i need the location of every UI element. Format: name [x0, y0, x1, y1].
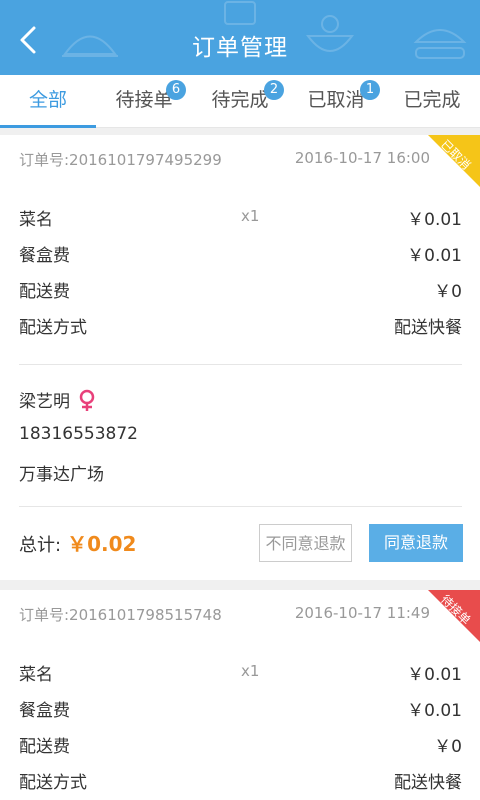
- tab-cancelled[interactable]: 已取消 1: [288, 75, 384, 127]
- delivery-fee-value: ￥0: [434, 737, 462, 757]
- tab-pending-complete[interactable]: 待完成 2: [192, 75, 288, 127]
- delivery-fee-label: 配送费: [19, 282, 70, 302]
- order-info-row: 订单号:2016101798515748 2016-10-17 11:49: [19, 604, 430, 625]
- box-fee-value: ￥0.01: [407, 701, 462, 721]
- phone-row: 18316553872: [19, 424, 462, 444]
- order-status-tabs: 全部 待接单 6 待完成 2 已取消 1 已完成: [0, 75, 480, 128]
- item-price: ￥0.01: [407, 210, 462, 230]
- box-fee-row: 餐盒费 ￥0.01: [19, 696, 462, 721]
- box-fee-row: 餐盒费 ￥0.01: [19, 241, 462, 266]
- tab-label: 待完成: [211, 89, 269, 111]
- tab-label: 待接单: [115, 89, 173, 111]
- tab-label: 已取消: [307, 89, 365, 111]
- order-time: 2016-10-17 11:49: [294, 604, 430, 622]
- reject-refund-button[interactable]: 不同意退款: [259, 524, 352, 562]
- count-badge: 6: [166, 80, 186, 100]
- box-fee-value: ￥0.01: [407, 246, 462, 266]
- order-number: 订单号:2016101797495299: [19, 151, 222, 169]
- address-row: 万事达广场: [19, 460, 462, 485]
- customer-address: 万事达广场: [19, 465, 104, 485]
- order-time: 2016-10-17 16:00: [294, 149, 430, 167]
- cup-decoration-icon: [224, 1, 256, 25]
- delivery-method-value: 配送快餐: [394, 773, 462, 793]
- divider: [19, 364, 462, 365]
- item-row: 菜名 x1 ￥0.01: [19, 660, 462, 685]
- order-card[interactable]: 待接单 订单号:2016101798515748 2016-10-17 11:4…: [0, 590, 480, 800]
- delivery-fee-label: 配送费: [19, 737, 70, 757]
- count-badge: 2: [264, 80, 284, 100]
- customer-phone: 18316553872: [19, 424, 138, 444]
- divider: [19, 506, 462, 507]
- delivery-method-row: 配送方式 配送快餐: [19, 313, 462, 338]
- delivery-fee-row: 配送费 ￥0: [19, 732, 462, 757]
- delivery-method-value: 配送快餐: [394, 318, 462, 338]
- item-name: 菜名: [19, 665, 53, 685]
- tab-label: 全部: [28, 89, 67, 111]
- total-row: 总计: ￥0.02: [19, 528, 136, 557]
- customer-name-row: 梁艺明: [19, 387, 462, 413]
- tab-all[interactable]: 全部: [0, 75, 96, 128]
- agree-refund-button[interactable]: 同意退款: [369, 524, 463, 562]
- delivery-fee-value: ￥0: [434, 282, 462, 302]
- count-badge: 1: [360, 80, 380, 100]
- page-title: 订单管理: [192, 35, 288, 61]
- item-quantity: x1: [241, 662, 260, 680]
- box-fee-label: 餐盒费: [19, 701, 70, 721]
- delivery-fee-row: 配送费 ￥0: [19, 277, 462, 302]
- order-info-row: 订单号:2016101797495299 2016-10-17 16:00: [19, 149, 430, 170]
- customer-name: 梁艺明: [19, 392, 70, 412]
- item-price: ￥0.01: [407, 665, 462, 685]
- order-card[interactable]: 已取消 订单号:2016101797495299 2016-10-17 16:0…: [0, 135, 480, 580]
- tab-completed[interactable]: 已完成: [384, 75, 480, 127]
- order-number: 订单号:2016101798515748: [19, 606, 222, 624]
- item-quantity: x1: [241, 207, 260, 225]
- box-fee-label: 餐盒费: [19, 246, 70, 266]
- female-icon: [80, 389, 95, 411]
- tab-pending-accept[interactable]: 待接单 6: [96, 75, 192, 127]
- item-row: 菜名 x1 ￥0.01: [19, 205, 462, 230]
- delivery-method-row: 配送方式 配送快餐: [19, 768, 462, 793]
- total-label: 总计:: [19, 535, 62, 556]
- delivery-method-label: 配送方式: [19, 773, 87, 793]
- delivery-method-label: 配送方式: [19, 318, 87, 338]
- total-amount: ￥0.02: [67, 532, 137, 556]
- tab-label: 已完成: [403, 89, 461, 111]
- item-name: 菜名: [19, 210, 53, 230]
- app-header: 订单管理: [0, 0, 480, 75]
